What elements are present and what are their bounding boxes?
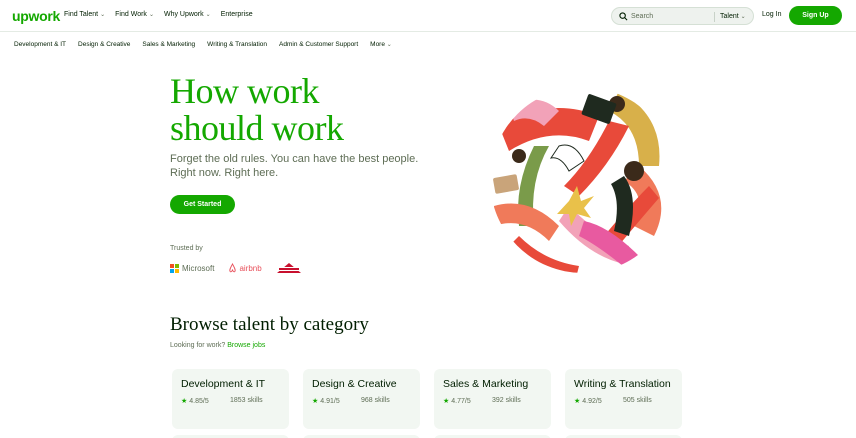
category-link-writing[interactable]: Writing & Translation: [207, 41, 267, 48]
airbnb-logo-text: airbnb: [239, 263, 262, 273]
trusted-logos: Microsoft airbnb: [170, 262, 302, 274]
chevron-down-icon: ⌄: [100, 12, 106, 18]
category-card-development[interactable]: Development & IT ★ 4.85/5 1853 skills: [172, 369, 289, 429]
nav-enterprise[interactable]: Enterprise: [221, 11, 253, 18]
category-card-skills: 505 skills: [623, 397, 652, 404]
category-card-skills: 392 skills: [492, 397, 521, 404]
star-icon: ★: [574, 398, 581, 405]
category-nav: Development & IT Design & Creative Sales…: [14, 41, 392, 48]
star-icon: ★: [312, 398, 319, 405]
category-card-skills: 968 skills: [361, 397, 390, 404]
nav-enterprise-label: Enterprise: [220, 11, 253, 18]
hero-title-line-2: should work: [170, 108, 344, 148]
category-card-rating: ★ 4.92/5: [574, 397, 602, 406]
category-card-rating: ★ 4.77/5: [443, 397, 471, 406]
category-link-admin[interactable]: Admin & Customer Support: [279, 41, 358, 48]
hero-illustration: [490, 87, 676, 273]
microsoft-logo: Microsoft: [170, 263, 215, 273]
bissell-logo: [276, 263, 301, 273]
nav-find-work-label: Find Work: [115, 11, 147, 18]
category-link-design[interactable]: Design & Creative: [78, 41, 130, 48]
search-input[interactable]: Search: [631, 13, 653, 20]
nav-why-upwork[interactable]: Why Upwork ⌄: [164, 11, 211, 18]
category-card-writing[interactable]: Writing & Translation ★ 4.92/5 505 skills: [565, 369, 682, 429]
category-link-sales[interactable]: Sales & Marketing: [142, 41, 195, 48]
hero-subtitle-line-1: Forget the old rules. You can have the b…: [170, 153, 419, 165]
nav-why-upwork-label: Why Upwork: [163, 11, 204, 18]
category-card-sales[interactable]: Sales & Marketing ★ 4.77/5 392 skills: [434, 369, 551, 429]
chevron-down-icon: ⌄: [740, 14, 746, 20]
microsoft-logo-text: Microsoft: [182, 263, 215, 273]
airbnb-belo-icon: [229, 263, 237, 273]
rating-value: 4.91/5: [320, 397, 340, 405]
category-more-dropdown[interactable]: More ⌄: [370, 41, 392, 48]
chevron-down-icon: ⌄: [148, 12, 154, 18]
signup-button[interactable]: Sign Up: [789, 6, 842, 25]
category-card-rating: ★ 4.91/5: [312, 397, 340, 406]
chevron-down-icon: ⌄: [205, 12, 211, 18]
category-card-rating: ★ 4.85/5: [181, 397, 209, 406]
main-nav-menu: Find Talent ⌄ Find Work ⌄ Why Upwork ⌄ Ente…: [64, 11, 253, 18]
category-card-title: Development & IT: [181, 378, 266, 390]
nav-find-talent-label: Find Talent: [64, 11, 99, 18]
microsoft-windows-icon: [170, 263, 179, 273]
upwork-logo[interactable]: upwork: [12, 8, 60, 24]
category-card-title: Sales & Marketing: [443, 378, 529, 390]
hero-subtitle-line-2: Right now. Right here.: [170, 167, 279, 179]
category-card-skills: 1853 skills: [230, 397, 263, 404]
category-card-design[interactable]: Design & Creative ★ 4.91/5 968 skills: [303, 369, 420, 429]
rating-value: 4.85/5: [189, 397, 209, 405]
category-link-development[interactable]: Development & IT: [14, 41, 66, 48]
chevron-down-icon: ⌄: [386, 42, 392, 48]
star-icon: ★: [443, 398, 450, 405]
browse-sub-prefix: Looking for work?: [170, 342, 226, 349]
trusted-by-label: Trusted by: [170, 245, 203, 252]
get-started-button[interactable]: Get Started: [170, 195, 235, 214]
rating-value: 4.92/5: [582, 397, 602, 405]
category-card-title: Writing & Translation: [574, 378, 671, 390]
browse-section-subtitle: Looking for work? Browse jobs: [170, 342, 265, 349]
login-link[interactable]: Log In: [762, 11, 781, 18]
category-more-label: More: [370, 41, 385, 48]
browse-jobs-link[interactable]: Browse jobs: [227, 342, 265, 349]
search-bar[interactable]: Search Talent ⌄: [611, 7, 754, 25]
hero-title-line-1: How work: [170, 71, 319, 111]
search-scope-label: Talent: [720, 13, 739, 20]
search-divider: [714, 12, 715, 22]
search-scope-dropdown[interactable]: Talent ⌄: [720, 13, 746, 20]
top-navigation: upwork Find Talent ⌄ Find Work ⌄ Why Upwor…: [0, 0, 856, 32]
rating-value: 4.77/5: [451, 397, 471, 405]
hero-subtitle: Forget the old rules. You can have the b…: [170, 152, 430, 180]
browse-section-title: Browse talent by category: [170, 314, 369, 335]
hero-title: How work should work: [170, 73, 470, 147]
search-icon: [619, 12, 628, 21]
airbnb-logo: airbnb: [228, 263, 262, 273]
star-icon: ★: [181, 398, 188, 405]
category-card-title: Design & Creative: [312, 378, 397, 390]
nav-find-work[interactable]: Find Work ⌄: [115, 11, 154, 18]
nav-find-talent[interactable]: Find Talent ⌄: [64, 11, 105, 18]
